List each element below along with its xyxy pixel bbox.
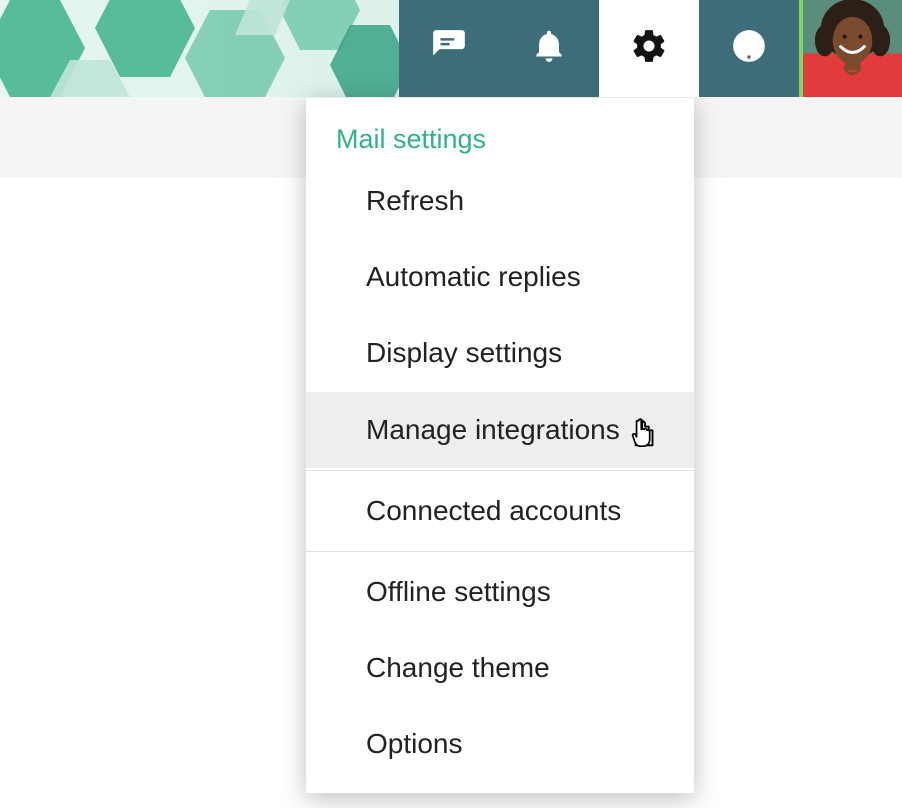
bell-icon xyxy=(530,27,568,70)
menu-item-manage-integrations[interactable]: Manage integrations xyxy=(306,392,694,468)
help-button[interactable]: ? xyxy=(699,0,799,97)
header-icon-bar: ? xyxy=(399,0,902,97)
menu-divider xyxy=(306,551,694,552)
menu-divider xyxy=(306,470,694,471)
settings-button[interactable] xyxy=(599,0,699,97)
chat-icon xyxy=(430,27,468,70)
svg-text:?: ? xyxy=(741,32,756,60)
chat-button[interactable] xyxy=(399,0,499,97)
menu-item-options[interactable]: Options xyxy=(306,706,694,782)
avatar-image xyxy=(803,0,902,97)
notifications-button[interactable] xyxy=(499,0,599,97)
menu-item-connected-accounts[interactable]: Connected accounts xyxy=(306,473,694,549)
settings-dropdown: Mail settings Refresh Automatic replies … xyxy=(306,97,694,793)
gear-icon xyxy=(630,27,668,70)
menu-item-change-theme[interactable]: Change theme xyxy=(306,630,694,706)
menu-item-display-settings[interactable]: Display settings xyxy=(306,315,694,391)
user-avatar[interactable] xyxy=(799,0,902,97)
menu-item-offline-settings[interactable]: Offline settings xyxy=(306,554,694,630)
menu-item-automatic-replies[interactable]: Automatic replies xyxy=(306,239,694,315)
dropdown-title: Mail settings xyxy=(306,98,694,163)
menu-item-refresh[interactable]: Refresh xyxy=(306,163,694,239)
help-icon: ? xyxy=(730,27,768,70)
app-header: ? xyxy=(0,0,902,97)
